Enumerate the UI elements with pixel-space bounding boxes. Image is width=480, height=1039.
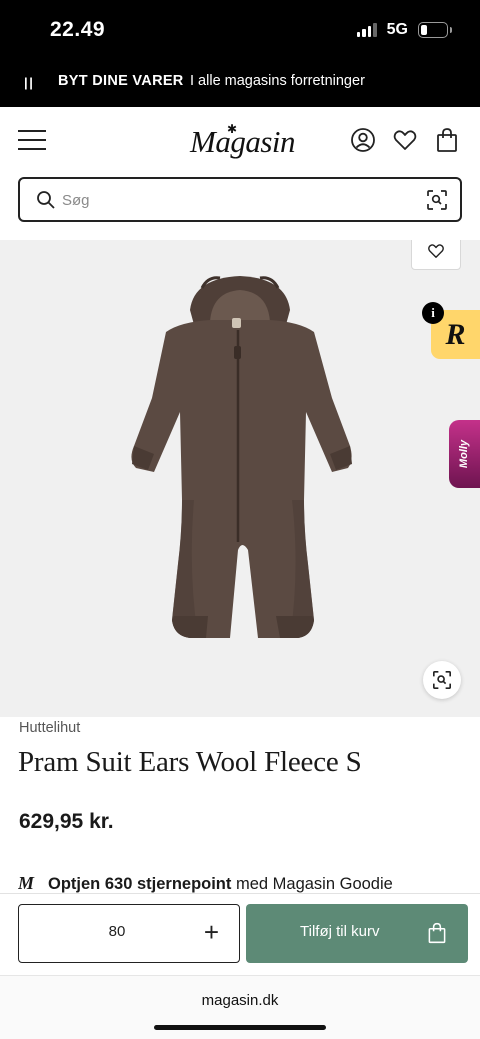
logo[interactable]: Magasin bbox=[190, 124, 296, 160]
promo-banner[interactable]: | | BYT DINE VARER I alle magasins forre… bbox=[0, 62, 480, 107]
molly-widget-button[interactable]: Molly bbox=[449, 420, 480, 488]
product-brand[interactable]: Huttelihut bbox=[19, 720, 80, 736]
signal-icon bbox=[356, 23, 377, 37]
points-rest: med Magasin Goodie bbox=[231, 875, 393, 893]
search-icon bbox=[37, 191, 55, 209]
scan-icon bbox=[433, 671, 451, 689]
magasin-goodie-logo: M bbox=[18, 873, 35, 893]
info-icon[interactable]: i bbox=[422, 302, 444, 324]
promo-title[interactable]: BYT DINE VARER bbox=[58, 73, 184, 89]
molly-widget-label: Molly bbox=[458, 439, 471, 469]
quantity-stepper[interactable]: 80 + bbox=[18, 904, 240, 963]
points-highlight: Optjen 630 stjernepoint bbox=[48, 875, 232, 893]
add-to-cart-bar: 80 + Tilføj til kurv bbox=[0, 893, 480, 975]
status-indicators: 5G bbox=[356, 21, 452, 39]
r-widget-label: R bbox=[445, 317, 466, 351]
visual-search-button[interactable] bbox=[423, 661, 461, 699]
battery-icon bbox=[418, 22, 452, 38]
menu-icon[interactable] bbox=[18, 130, 46, 150]
network-label: 5G bbox=[386, 21, 408, 38]
promo-text[interactable]: I alle magasins forretninger bbox=[190, 73, 365, 89]
product-price: 629,95 kr. bbox=[19, 810, 114, 833]
bag-icon bbox=[428, 922, 446, 944]
add-to-cart-button[interactable]: Tilføj til kurv bbox=[246, 904, 468, 963]
logo-star-icon: ✱ bbox=[227, 122, 238, 136]
site-header: Magasin ✱ bbox=[0, 107, 480, 172]
home-indicator[interactable] bbox=[154, 1025, 326, 1030]
wishlist-button[interactable] bbox=[411, 240, 461, 270]
add-to-cart-label: Tilføj til kurv bbox=[300, 923, 380, 940]
heart-icon[interactable] bbox=[392, 127, 418, 153]
browser-url-bar[interactable]: magasin.dk bbox=[0, 975, 480, 1039]
scan-icon[interactable] bbox=[426, 189, 448, 211]
search-input[interactable] bbox=[62, 188, 402, 212]
status-time: 22.49 bbox=[50, 18, 106, 41]
plus-icon[interactable]: + bbox=[204, 919, 219, 945]
bag-icon[interactable] bbox=[434, 127, 460, 153]
quantity-value[interactable]: 80 bbox=[19, 923, 215, 940]
status-bar: 22.49 5G bbox=[0, 0, 480, 62]
pause-icon[interactable]: | | bbox=[24, 75, 33, 90]
loyalty-points-text: M Optjen 630 stjernepoint med Magasin Goo… bbox=[18, 873, 480, 893]
product-image[interactable] bbox=[108, 270, 372, 648]
account-icon[interactable] bbox=[350, 127, 376, 153]
product-title: Pram Suit Ears Wool Fleece S bbox=[18, 746, 362, 778]
product-gallery[interactable] bbox=[0, 240, 480, 717]
search-bar[interactable] bbox=[18, 177, 462, 222]
heart-icon bbox=[428, 244, 444, 258]
url-text[interactable]: magasin.dk bbox=[0, 992, 480, 1009]
